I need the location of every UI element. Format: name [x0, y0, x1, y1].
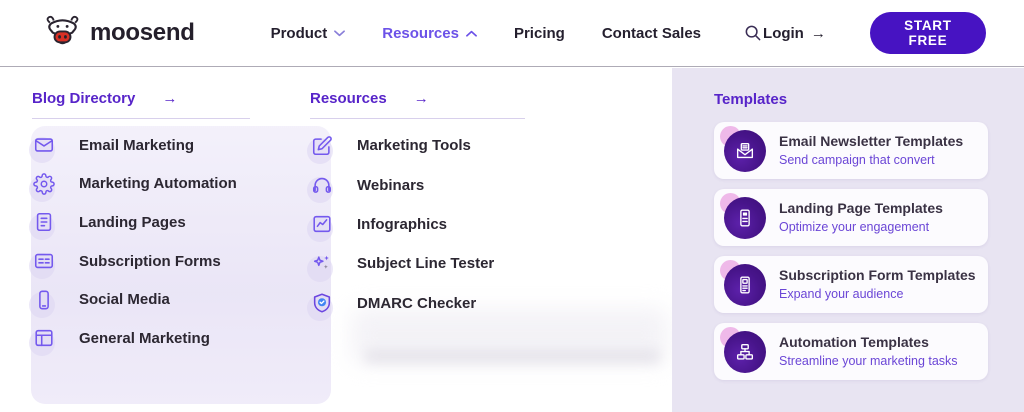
pencil-icon — [307, 134, 334, 164]
blog-directory-column: Blog Directory → Email Marketing Marketi… — [29, 90, 304, 358]
menu-item-label: Infographics — [357, 215, 448, 233]
arrow-right-icon: → — [162, 90, 178, 107]
menu-item-social-media[interactable]: Social Media — [29, 280, 304, 319]
search-icon[interactable] — [743, 23, 763, 43]
blog-directory-heading[interactable]: Blog Directory → — [32, 90, 304, 107]
login-label: Login — [763, 24, 804, 42]
menu-item-email-marketing[interactable]: Email Marketing — [29, 126, 304, 165]
menu-item-label: Social Media — [79, 291, 170, 309]
brand-wordmark: moosend — [90, 19, 195, 46]
resources-column: Resources → Marketing Tools Webinars Inf… — [307, 90, 550, 323]
nav-resources-label: Resources — [382, 24, 459, 42]
menu-item-marketing-tools[interactable]: Marketing Tools — [307, 126, 550, 165]
header-right: Login → START FREE — [763, 12, 986, 54]
blurred-background-content — [365, 350, 660, 363]
template-card-subtitle: Optimize your engagement — [779, 220, 930, 235]
menu-item-label: General Marketing — [79, 329, 210, 347]
headphones-icon — [307, 173, 334, 204]
menu-item-webinars[interactable]: Webinars — [307, 165, 550, 204]
chevron-down-icon — [334, 29, 346, 37]
nav-pricing[interactable]: Pricing — [514, 25, 565, 42]
automation-flowchart-icon — [720, 326, 766, 373]
nav-product-label: Product — [270, 24, 328, 42]
menu-item-label: Landing Pages — [79, 213, 186, 231]
menu-item-label: DMARC Checker — [357, 294, 477, 312]
chart-icon — [307, 212, 334, 243]
nav-contact-sales[interactable]: Contact Sales — [602, 25, 701, 42]
shield-check-icon — [307, 291, 334, 322]
template-card-subtitle: Send campaign that convert — [779, 153, 935, 168]
menu-item-subscription-forms[interactable]: Subscription Forms — [29, 242, 304, 281]
menu-item-infographics[interactable]: Infographics — [307, 205, 550, 244]
main-nav: Product Resources Pricing Contact Sales — [271, 25, 701, 42]
nav-contact-sales-label: Contact Sales — [601, 24, 702, 42]
menu-item-label: Webinars — [357, 176, 425, 194]
resources-heading[interactable]: Resources → — [310, 90, 550, 107]
arrow-right-icon: → — [413, 90, 429, 107]
moosend-logo[interactable]: moosend — [44, 15, 195, 52]
template-card-title: Subscription Form Templates — [779, 266, 976, 283]
menu-item-dmarc-checker[interactable]: DMARC Checker — [307, 284, 550, 323]
divider — [310, 118, 525, 119]
menu-item-landing-pages[interactable]: Landing Pages — [29, 203, 304, 242]
envelope-open-icon — [720, 125, 766, 172]
template-card-subscription-form[interactable]: Subscription Form Templates Expand your … — [714, 256, 988, 313]
menu-item-label: Marketing Automation — [79, 175, 237, 193]
template-card-landing-page[interactable]: Landing Page Templates Optimize your eng… — [714, 189, 988, 246]
templates-title: Templates — [714, 91, 788, 108]
start-free-button[interactable]: START FREE — [869, 12, 986, 54]
form-icon — [29, 249, 56, 280]
menu-item-label: Marketing Tools — [357, 137, 471, 155]
login-link[interactable]: Login → — [763, 25, 826, 42]
nav-product[interactable]: Product — [271, 25, 346, 42]
subscription-form-icon — [720, 259, 766, 306]
landing-page-icon — [720, 192, 766, 239]
phone-icon — [29, 288, 56, 318]
template-card-title: Automation Templates — [779, 333, 929, 350]
gear-icon — [29, 172, 56, 202]
envelope-icon — [29, 133, 56, 164]
chevron-up-icon — [466, 30, 477, 37]
resources-title: Resources — [310, 90, 387, 107]
cow-logo-icon — [44, 15, 81, 52]
blog-directory-title: Blog Directory — [32, 90, 136, 107]
document-icon — [29, 210, 56, 241]
menu-item-marketing-automation[interactable]: Marketing Automation — [29, 165, 304, 204]
resources-mega-menu: Blog Directory → Email Marketing Marketi… — [0, 68, 1024, 412]
menu-item-general-marketing[interactable]: General Marketing — [29, 319, 304, 358]
menu-item-label: Email Marketing — [79, 136, 195, 154]
template-card-subtitle: Expand your audience — [779, 287, 904, 302]
nav-pricing-label: Pricing — [513, 24, 565, 42]
layout-icon — [29, 326, 56, 357]
arrow-right-icon: → — [810, 24, 826, 42]
nav-resources[interactable]: Resources — [382, 25, 477, 42]
menu-item-subject-line-tester[interactable]: Subject Line Tester — [307, 244, 550, 283]
template-card-email-newsletter[interactable]: Email Newsletter Templates Send campaign… — [714, 122, 988, 179]
template-card-automation[interactable]: Automation Templates Streamline your mar… — [714, 323, 988, 380]
template-card-subtitle: Streamline your marketing tasks — [779, 354, 958, 369]
template-card-title: Email Newsletter Templates — [779, 132, 964, 149]
top-navbar: moosend Product Resources Pricing Contac… — [0, 0, 1024, 67]
resources-list: Marketing Tools Webinars Infographics Su… — [307, 126, 550, 323]
templates-panel: Templates Email Newsletter Templates Sen… — [672, 68, 1024, 412]
divider — [32, 118, 250, 119]
template-card-title: Landing Page Templates — [779, 199, 943, 216]
blog-directory-list: Email Marketing Marketing Automation Lan… — [29, 126, 304, 358]
menu-item-label: Subject Line Tester — [357, 255, 495, 273]
sparkles-icon — [307, 252, 334, 282]
menu-item-label: Subscription Forms — [79, 252, 221, 270]
